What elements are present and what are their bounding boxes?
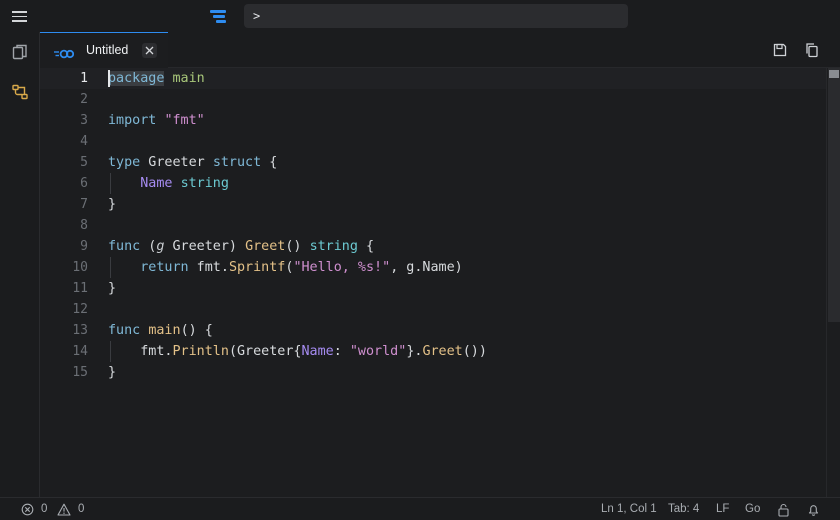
code-line: type Greeter struct { — [108, 155, 278, 170]
text-cursor — [108, 70, 110, 87]
tab-bar: Untitled — [40, 32, 840, 68]
line-number: 8 — [80, 218, 88, 233]
command-palette-input[interactable]: > — [244, 4, 628, 28]
tab-untitled[interactable]: Untitled — [40, 32, 168, 68]
app-logo-icon — [210, 8, 228, 24]
status-bar: 0 0 Ln 1, Col 1 Tab: 4 LF Go — [0, 497, 840, 520]
warning-icon[interactable] — [57, 503, 71, 516]
code-line: Name string — [140, 176, 229, 191]
scrollbar-thumb[interactable] — [828, 68, 840, 322]
lock-icon[interactable] — [777, 503, 790, 517]
tab-size[interactable]: Tab: 4 — [668, 498, 699, 520]
close-icon[interactable] — [142, 43, 157, 58]
files-icon[interactable] — [10, 42, 30, 62]
menu-icon[interactable] — [10, 8, 30, 24]
save-icon[interactable] — [772, 42, 788, 58]
line-number: 15 — [72, 365, 88, 380]
code-line: } — [108, 197, 117, 212]
code-line: func main() { — [108, 323, 213, 338]
code-line: package main — [108, 71, 205, 86]
code-line: fmt.Println(Greeter{Name: "world"}.Greet… — [108, 344, 487, 359]
code-line: return fmt.Sprintf("Hello, %s!", g.Name) — [140, 260, 463, 275]
go-language-icon — [54, 45, 75, 59]
command-palette-text: > — [253, 9, 261, 23]
line-ending[interactable]: LF — [716, 498, 729, 520]
error-icon[interactable] — [21, 503, 34, 516]
cursor-position[interactable]: Ln 1, Col 1 — [601, 498, 657, 520]
source-control-icon[interactable] — [10, 82, 30, 102]
line-number: 10 — [72, 260, 88, 275]
code-line: } — [108, 365, 117, 380]
line-number: 2 — [80, 92, 88, 107]
code-editor[interactable]: 1 2 3 4 5 6 7 8 9 10 11 12 13 14 15 pack… — [40, 68, 840, 497]
tab-label: Untitled — [86, 43, 129, 57]
activity-bar — [0, 32, 40, 497]
scrollbar-cursor-marker — [829, 70, 839, 78]
line-number: 7 — [80, 197, 88, 212]
line-number: 13 — [72, 323, 88, 338]
code-line: func (g Greeter) Greet() string { — [108, 239, 375, 254]
line-number: 12 — [72, 302, 88, 317]
line-number: 11 — [72, 281, 88, 296]
copy-icon[interactable] — [804, 42, 820, 58]
line-number: 6 — [80, 176, 88, 191]
line-number: 9 — [80, 239, 88, 254]
top-bar: > — [0, 0, 840, 32]
line-number: 4 — [80, 134, 88, 149]
code-line: import "fmt" — [108, 113, 205, 128]
line-number: 5 — [80, 155, 88, 170]
error-count[interactable]: 0 — [41, 498, 47, 520]
bell-icon[interactable] — [807, 503, 820, 516]
line-number: 3 — [80, 113, 88, 128]
warning-count[interactable]: 0 — [78, 498, 84, 520]
line-number: 14 — [72, 344, 88, 359]
code-line: } — [108, 281, 117, 296]
line-number: 1 — [80, 71, 88, 86]
language-mode[interactable]: Go — [745, 498, 760, 520]
